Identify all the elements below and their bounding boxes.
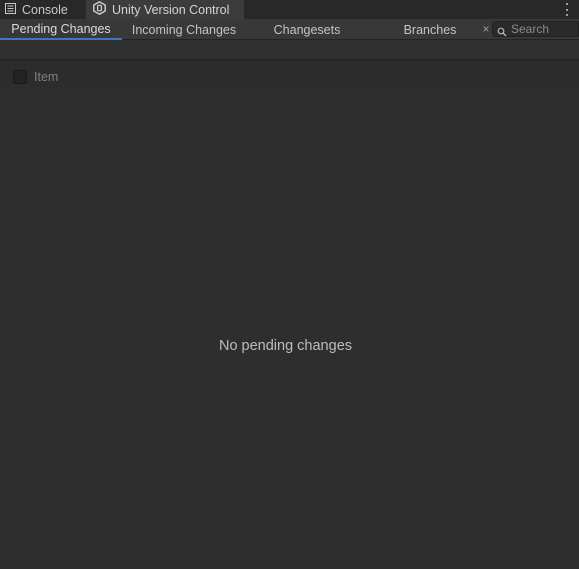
pending-changes-list: No pending changes: [0, 88, 579, 569]
search-icon: [497, 24, 507, 37]
tab-console[interactable]: Console: [0, 0, 86, 19]
tab-unity-version-control-label: Unity Version Control: [112, 2, 230, 17]
console-icon: [5, 2, 16, 17]
window-tab-bar: Console Unity Version Control: [0, 0, 579, 19]
tab-changesets[interactable]: Changesets: [246, 19, 368, 40]
unity-editor-window: Console Unity Version Control Pending Ch…: [0, 0, 579, 569]
unity-version-control-icon: [93, 0, 106, 18]
list-header: Item: [0, 61, 579, 88]
select-all-checkbox[interactable]: [13, 70, 27, 84]
tab-incoming-changes[interactable]: Incoming Changes: [122, 19, 246, 40]
tab-branches[interactable]: Branches: [368, 19, 492, 40]
search-input[interactable]: [511, 22, 575, 36]
toolbar-strip: [0, 40, 579, 60]
more-options-icon[interactable]: [565, 3, 569, 16]
tab-pending-changes[interactable]: Pending Changes: [0, 19, 122, 40]
search-field[interactable]: [492, 21, 579, 37]
column-header-item[interactable]: Item: [34, 70, 58, 84]
empty-state-message: No pending changes: [218, 338, 353, 354]
sub-tab-bar: Pending Changes Incoming Changes Changes…: [0, 19, 579, 40]
clear-search-button[interactable]: ×: [480, 19, 492, 39]
tab-console-label: Console: [22, 2, 68, 17]
tab-unity-version-control[interactable]: Unity Version Control: [86, 0, 244, 19]
